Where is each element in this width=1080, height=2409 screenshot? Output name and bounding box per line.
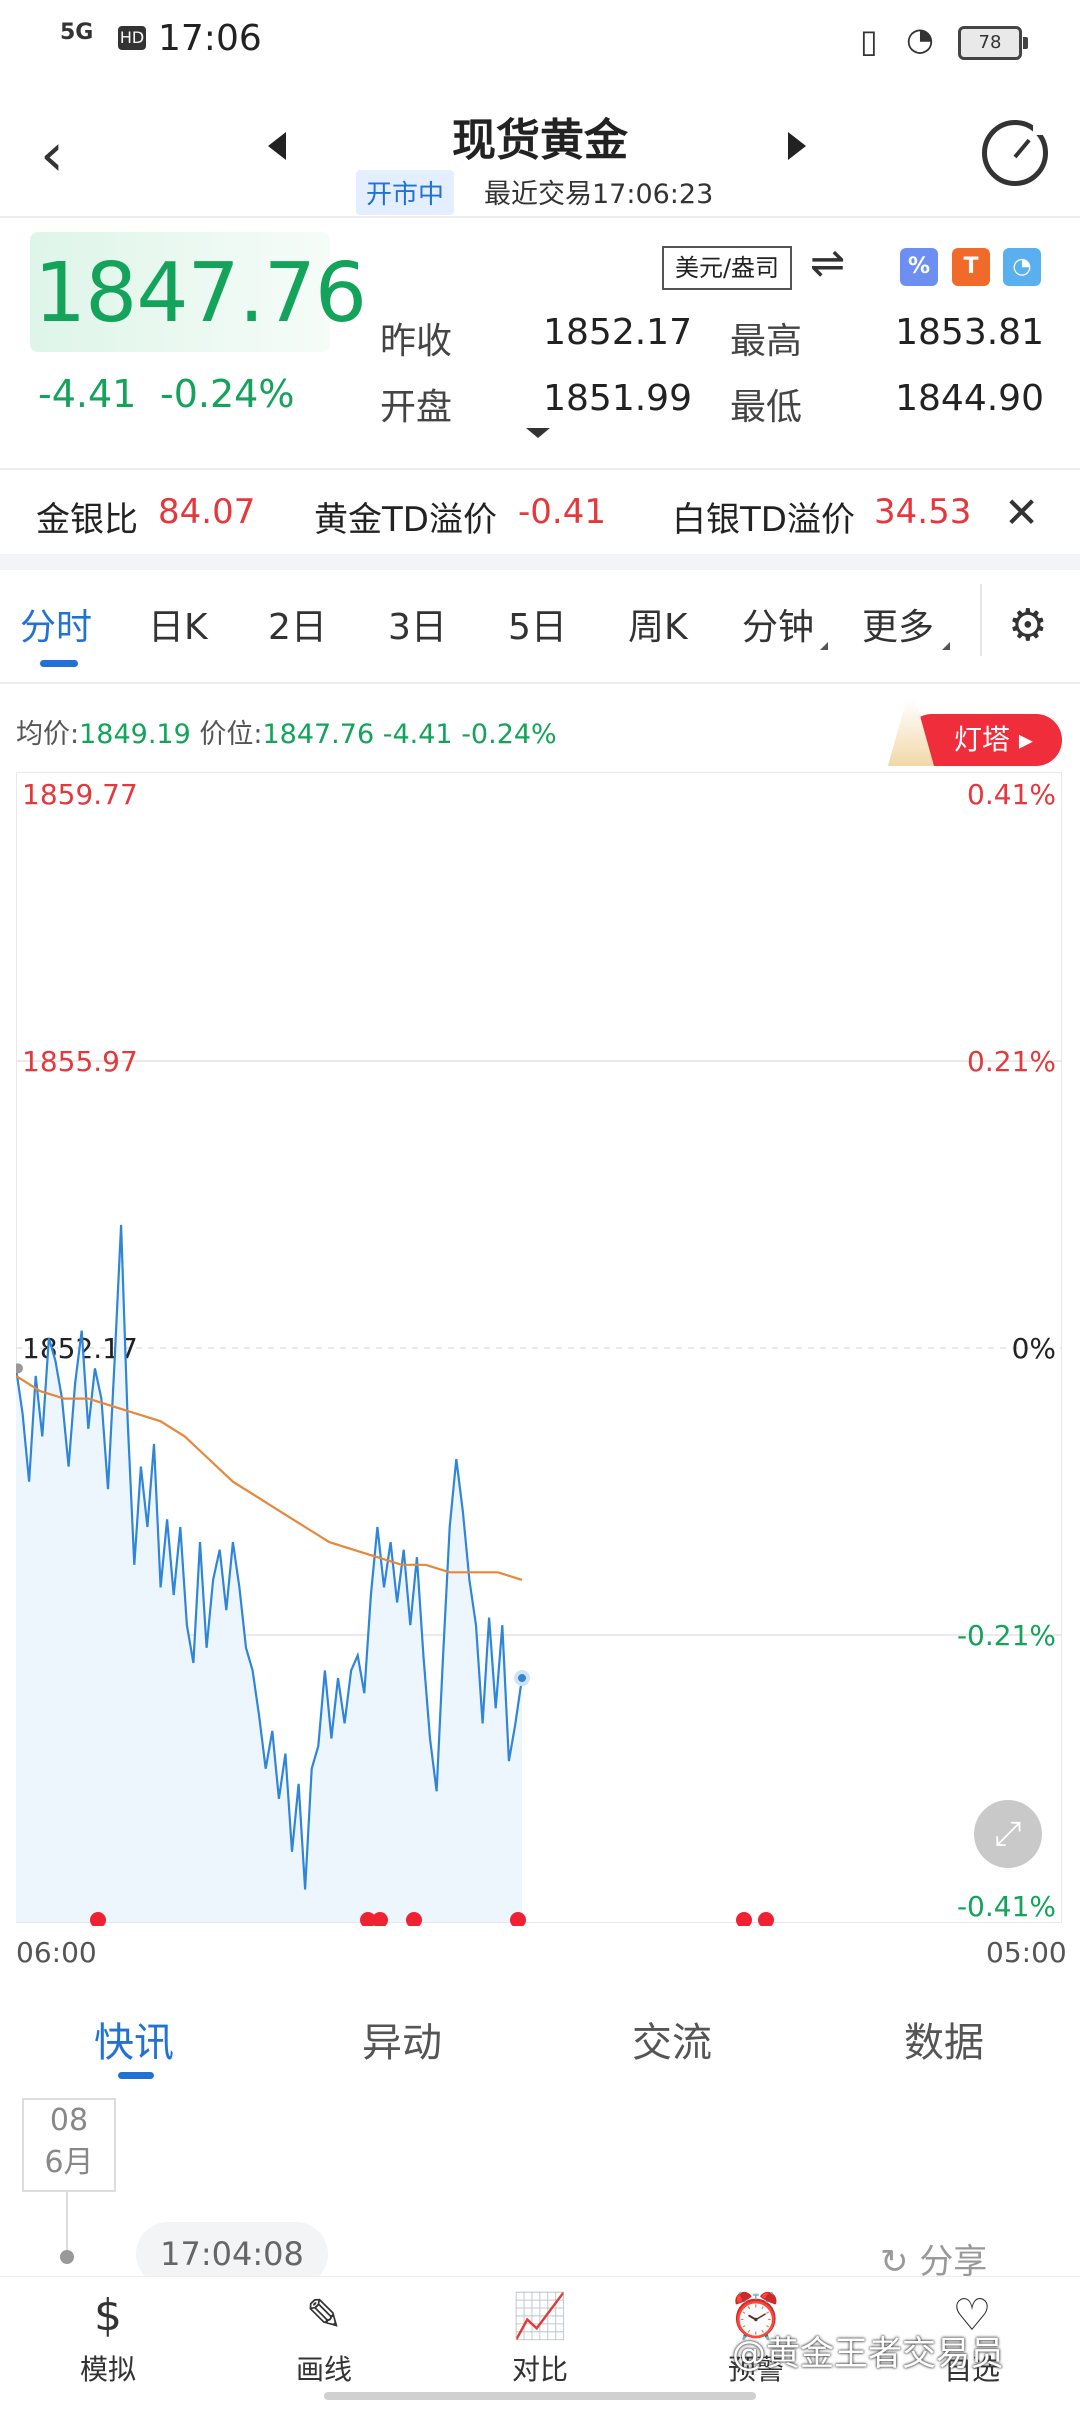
unit-selector[interactable]: 美元/盎司 — [662, 246, 792, 290]
percent-icon[interactable]: % — [900, 248, 938, 286]
high-label: 最高 — [730, 321, 803, 362]
status-bar: 5G HD 17:06 ▯ ◔ 78 — [0, 0, 1080, 84]
close-icon[interactable]: ✕ — [1004, 488, 1039, 537]
lighthouse-tower-icon — [888, 700, 934, 766]
tab-news-flash[interactable]: 快讯 — [94, 2010, 174, 2068]
nav-simulate[interactable]: $ 模拟 — [48, 2290, 168, 2388]
tab-movements[interactable]: 异动 — [362, 2010, 442, 2068]
avg-label: 均价: — [16, 719, 80, 750]
dropdown-icon — [942, 642, 950, 650]
high-value: 1853.81 — [895, 312, 1044, 353]
tab-daily-k[interactable]: 日K — [148, 598, 208, 650]
swap-icon[interactable]: ⇌ — [810, 238, 845, 287]
page-title: 现货黄金 — [452, 115, 628, 166]
news-date-month: 6月 — [44, 2145, 94, 2180]
gold-silver-value: 84.07 — [158, 492, 256, 532]
network-signal: 5G — [60, 20, 94, 45]
divider — [0, 682, 1080, 684]
price-label: 价位: — [199, 719, 263, 750]
gold-silver-label: 金银比 — [36, 500, 138, 540]
tab-timeshare[interactable]: 分时 — [20, 598, 92, 650]
chart-change: -4.41 — [382, 719, 453, 750]
hd-badge: HD — [118, 26, 146, 50]
timeline-dot — [60, 2250, 74, 2264]
current-point — [514, 1670, 530, 1687]
refresh-icon[interactable] — [982, 119, 1049, 186]
dollar-cycle-icon: $ — [94, 2290, 122, 2341]
watermark: @黄金王者交易员 — [732, 2334, 1004, 2374]
wifi-icon: ◔ — [906, 20, 934, 58]
tab-data[interactable]: 数据 — [904, 2010, 984, 2068]
divider — [980, 584, 982, 656]
status-time: 17:06 — [158, 18, 262, 59]
price-area — [16, 1224, 522, 1922]
nav-simulate-label: 模拟 — [79, 2353, 136, 2386]
y-right-tick-label: 0% — [1012, 1332, 1056, 1365]
fullscreen-icon[interactable]: ⤢ — [974, 1800, 1042, 1868]
current-price: 1847.76 — [34, 246, 367, 341]
lighthouse-button[interactable]: 灯塔 ▸ — [888, 700, 1062, 766]
chart-change-pct: -0.24% — [461, 719, 557, 750]
tab-more[interactable]: 更多 — [862, 598, 934, 650]
dropdown-icon — [820, 642, 828, 650]
intraday-chart[interactable]: 1859.770.41%1855.970.21%1852.170%1848.37… — [16, 772, 1062, 1926]
nav-draw[interactable]: ✎ 画线 — [264, 2290, 384, 2388]
low-value: 1844.90 — [895, 378, 1044, 419]
chart-canvas[interactable]: 1859.770.41%1855.970.21%1852.170%1848.37… — [16, 772, 1062, 1926]
gear-icon[interactable]: ⚙ — [1008, 600, 1047, 651]
market-status-badge: 开市中 — [356, 170, 455, 215]
pie-chart-icon[interactable]: ◔ — [1003, 248, 1041, 286]
tab-minute[interactable]: 分钟 — [742, 598, 814, 650]
low-label: 最低 — [730, 387, 803, 428]
gold-td-value: -0.41 — [518, 492, 606, 532]
ratio-bar: 金银比 84.07 黄金TD溢价 -0.41 白银TD溢价 34.53 — [0, 470, 1080, 554]
event-dot — [736, 1912, 752, 1926]
x-tick-start: 06:00 — [16, 1936, 97, 1969]
prev-close-label: 昨收 — [380, 321, 453, 362]
open-label: 开盘 — [380, 387, 453, 428]
y-right-tick-label: -0.41% — [957, 1890, 1056, 1923]
y-left-tick-label: 1859.77 — [22, 778, 138, 811]
price-value: 1847.76 — [262, 719, 375, 750]
tab-weekly-k[interactable]: 周K — [628, 598, 688, 650]
next-instrument-icon[interactable] — [788, 132, 806, 160]
tab-discussion[interactable]: 交流 — [632, 2010, 712, 2068]
y-right-tick-label: -0.21% — [957, 1619, 1056, 1652]
pen-icon: ✎ — [305, 2290, 343, 2341]
nav-compare-label: 对比 — [511, 2353, 568, 2386]
event-dot — [758, 1912, 774, 1926]
nav-compare[interactable]: 📈 对比 — [480, 2290, 600, 2388]
gold-td-label: 黄金TD溢价 — [314, 500, 497, 540]
nav-draw-label: 画线 — [295, 2353, 352, 2386]
tab-5day[interactable]: 5日 — [508, 598, 567, 650]
y-right-tick-label: 0.41% — [967, 778, 1056, 811]
divider — [0, 216, 1080, 218]
tab-3day[interactable]: 3日 — [388, 598, 447, 650]
y-right-tick-label: 0.21% — [967, 1045, 1056, 1078]
silver-td-label: 白银TD溢价 — [672, 500, 855, 540]
lighthouse-label: 灯塔 — [954, 723, 1011, 756]
price-change-percent: -0.24% — [160, 372, 295, 416]
news-date: 08 6月 — [22, 2098, 116, 2192]
avg-value: 1849.19 — [79, 719, 191, 750]
line-chart-icon: 📈 — [512, 2291, 568, 2342]
x-tick-end: 05:00 — [986, 1936, 1067, 1969]
price-change: -4.41 — [38, 372, 137, 416]
prev-close-value: 1852.17 — [543, 312, 692, 353]
tab-2day[interactable]: 2日 — [268, 598, 327, 650]
news-date-day: 08 — [49, 2103, 89, 2138]
lighthouse-icon[interactable]: T — [952, 248, 990, 286]
home-indicator[interactable] — [324, 2392, 756, 2400]
vibrate-icon: ▯ — [860, 22, 878, 60]
section-separator — [0, 554, 1080, 570]
open-value: 1851.99 — [543, 378, 692, 419]
y-left-tick-label: 1855.97 — [22, 1045, 138, 1078]
last-trade-time: 最近交易17:06:23 — [484, 179, 714, 210]
active-tab-indicator — [40, 660, 78, 667]
expand-chevron-icon[interactable] — [526, 428, 550, 438]
chart-info-line: 均价:1849.19 价位:1847.76 -4.41 -0.24% — [16, 712, 557, 751]
active-news-tab-indicator — [118, 2072, 154, 2079]
battery-indicator: 78 — [958, 26, 1028, 60]
silver-td-value: 34.53 — [874, 492, 972, 532]
